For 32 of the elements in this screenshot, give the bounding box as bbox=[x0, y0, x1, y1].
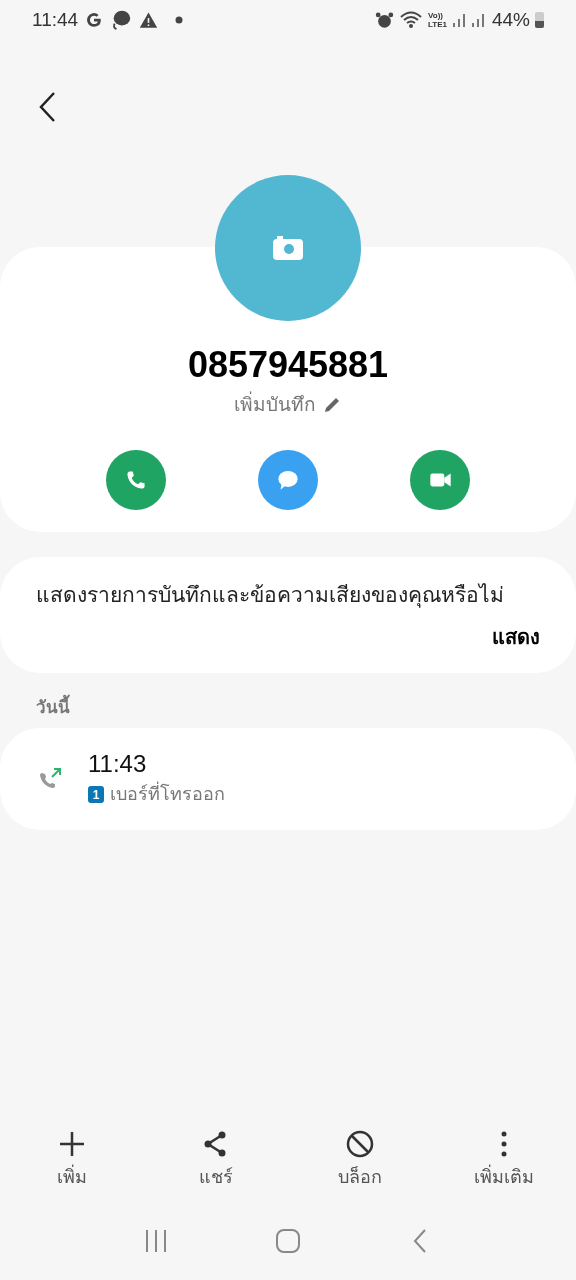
add-button[interactable]: เพิ่ม bbox=[0, 1130, 144, 1191]
camera-icon bbox=[273, 236, 303, 260]
lte-label: LTE1 bbox=[428, 20, 447, 29]
home-icon[interactable] bbox=[275, 1228, 301, 1254]
battery-icon bbox=[535, 12, 544, 28]
block-icon bbox=[346, 1130, 374, 1158]
phone-number: 0857945881 bbox=[187, 343, 389, 387]
signal-icon bbox=[470, 12, 485, 28]
add-note-link[interactable]: เพิ่มบันทึก bbox=[234, 391, 316, 420]
alarm-icon bbox=[375, 10, 394, 30]
wifi-icon bbox=[399, 10, 423, 30]
more-button[interactable]: เพิ่มเติม bbox=[432, 1130, 576, 1191]
call-type-label: เบอร์ที่โทรออก bbox=[110, 781, 225, 808]
block-button[interactable]: บล็อก bbox=[288, 1130, 432, 1191]
sim-badge: 1 bbox=[88, 786, 104, 803]
volte-label: Vo)) bbox=[428, 11, 444, 20]
call-time: 11:43 bbox=[88, 749, 148, 779]
show-button[interactable]: แสดง bbox=[492, 622, 540, 652]
plus-icon bbox=[58, 1130, 86, 1158]
signal-icon bbox=[451, 12, 466, 28]
warning-icon bbox=[139, 10, 159, 30]
dot-icon bbox=[175, 16, 184, 24]
google-icon bbox=[85, 11, 104, 29]
battery-percent: 44% bbox=[491, 7, 530, 32]
status-time: 11:44 bbox=[32, 7, 79, 32]
call-log-item[interactable]: 11:43 1 เบอร์ที่โทรออก bbox=[0, 727, 576, 830]
share-button[interactable]: แชร์ bbox=[144, 1130, 288, 1191]
chat-bubble-icon bbox=[110, 9, 133, 31]
section-header: วันนี้ bbox=[36, 694, 576, 727]
more-icon bbox=[501, 1131, 507, 1157]
recent-apps-icon[interactable] bbox=[143, 1228, 169, 1254]
prompt-text: แสดงรายการบันทึกและข้อความเสียงของคุณหรือไม่ bbox=[36, 581, 505, 610]
